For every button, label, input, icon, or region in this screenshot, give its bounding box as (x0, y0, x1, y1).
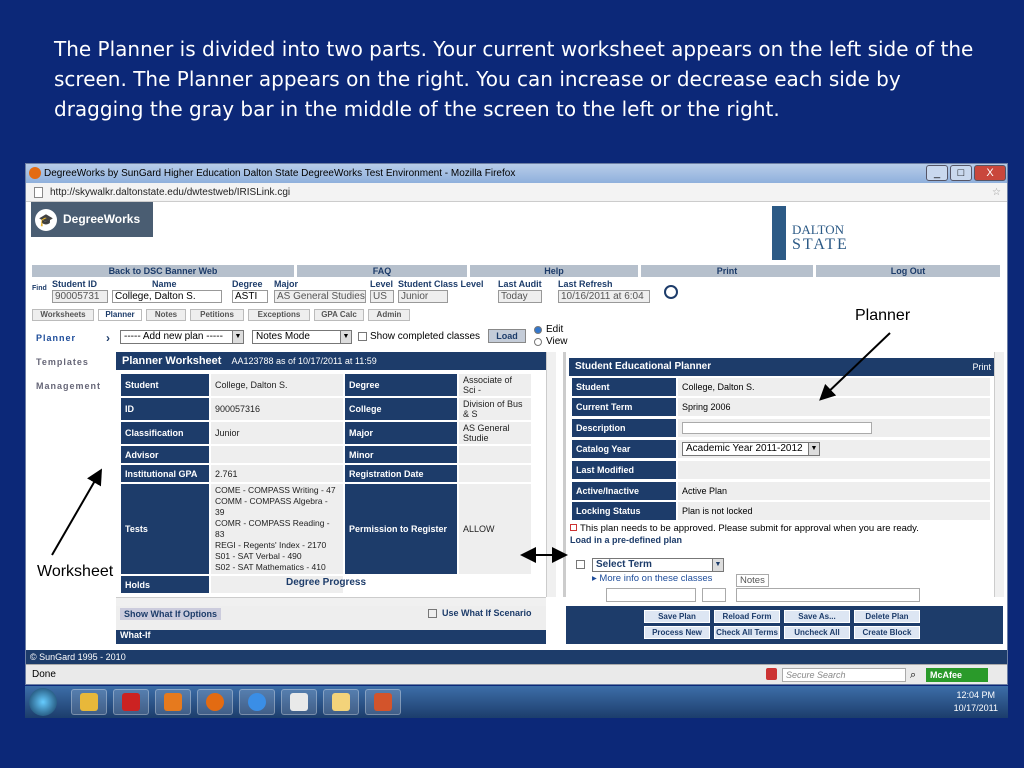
worksheet-arrow (51, 468, 103, 556)
notepad-icon[interactable] (323, 689, 359, 715)
explorer-icon[interactable] (71, 689, 107, 715)
planner-arrow (819, 332, 891, 401)
netflix-icon[interactable] (113, 689, 149, 715)
windows-taskbar: 12:04 PM 10/17/2011 (25, 686, 1008, 718)
annotation-arrows (51, 332, 891, 563)
ie-icon[interactable] (239, 689, 275, 715)
clock[interactable]: 12:04 PM 10/17/2011 (954, 689, 998, 715)
start-button[interactable] (29, 688, 57, 716)
clock-date: 10/17/2011 (953, 703, 998, 713)
java-icon[interactable] (281, 689, 317, 715)
clock-time: 12:04 PM (956, 690, 996, 700)
firefox-taskbar-icon[interactable] (197, 689, 233, 715)
app-icon[interactable] (365, 689, 401, 715)
media-player-icon[interactable] (155, 689, 191, 715)
